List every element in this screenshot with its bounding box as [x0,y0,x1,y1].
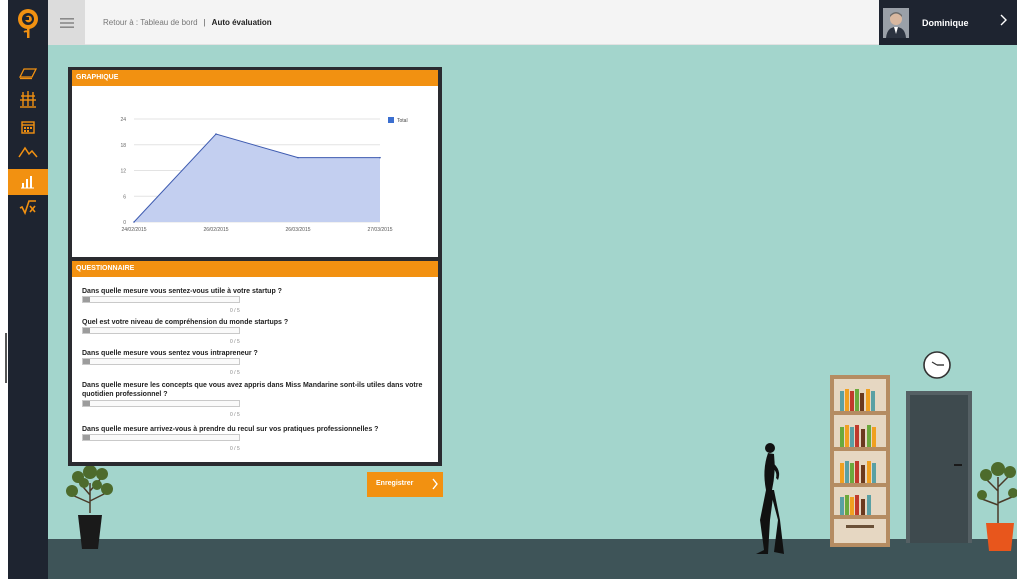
x-tick-label: 26/03/2015 [285,227,310,233]
y-tick-label: 0 [123,220,126,226]
data-point [133,221,135,223]
bookshelf-illustration [830,375,890,547]
save-button[interactable]: Enregistrer [367,472,443,497]
hamburger-icon [59,17,74,28]
chevron-right-icon [432,478,438,490]
question-score: 0 / 5 [230,339,240,345]
y-tick-label: 6 [123,194,126,200]
top-header: Retour à : Tableau de bord | Auto évalua… [48,0,1017,45]
slider-thumb[interactable] [83,297,90,302]
chevron-right-icon [1000,14,1007,26]
y-tick-label: 12 [120,169,126,175]
sidebar-item-auto-evaluation[interactable] [8,169,48,195]
questionnaire-section: Dans quelle mesure vous sentez-vous util… [72,277,438,462]
question-slider[interactable] [82,434,240,441]
question-slider[interactable] [82,296,240,303]
data-point [215,133,217,135]
app-logo[interactable] [8,0,48,45]
question-slider[interactable] [82,358,240,365]
sidebar-item-progression[interactable] [8,139,48,165]
question-score: 0 / 5 [230,446,240,452]
question-label: Dans quelle mesure arrivez-vous à prendr… [82,426,379,433]
question-label: Quel est votre niveau de compréhension d… [82,319,289,326]
user-photo [883,7,909,38]
x-tick-label: 26/02/2015 [203,227,228,233]
x-tick-label: 24/02/2015 [121,227,146,233]
sidebar [8,0,48,579]
menu-button[interactable] [48,0,85,45]
graph-section-title: GRAPHIQUE [72,70,438,86]
area-chart: 0 6 12 18 24 24/02/2015 26/02/2015 26/03/2015 27… [120,117,408,233]
breadcrumb-back-link[interactable]: Retour à : Tableau de bord [103,18,198,27]
data-point [297,156,299,159]
mountain-trend-icon [18,146,38,158]
window-edge [0,0,8,579]
series-area [134,134,380,222]
self-evaluation-panel: GRAPHIQUE 0 6 12 18 24 24/02/2015 26/02/2015 26… [68,67,442,466]
sidebar-item-parcours[interactable] [8,86,48,112]
columns-icon [20,91,36,108]
question-slider[interactable] [82,400,240,407]
calendar-icon [21,121,35,134]
y-tick-label: 18 [120,143,126,149]
question-score: 0 / 5 [230,308,240,314]
plant-illustration-left [66,465,113,549]
person-illustration [756,443,784,554]
bar-chart-icon [21,176,34,189]
edge-notch [5,333,7,383]
square-root-icon [19,200,36,215]
question-item: Quel est votre niveau de compréhension d… [82,318,438,345]
y-tick-label: 24 [120,117,126,123]
question-item: Dans quelle mesure vous sentez-vous util… [82,287,438,314]
logo-icon [18,8,38,38]
graph-section: 0 6 12 18 24 24/02/2015 26/02/2015 26/03/2015 27… [72,86,438,257]
app-root: Retour à : Tableau de bord | Auto évalua… [0,0,1017,579]
legend-swatch [388,117,394,123]
save-button-label: Enregistrer [376,480,414,487]
user-menu[interactable]: Dominique [879,0,1017,45]
question-label: Dans quelle mesure vous sentez-vous util… [82,288,282,295]
question-score: 0 / 5 [230,370,240,376]
question-item: Dans quelle mesure les concepts que vous… [82,381,438,418]
slider-thumb[interactable] [83,435,90,440]
question-item: Dans quelle mesure vous sentez vous intr… [82,349,438,376]
book-icon [18,68,38,80]
breadcrumb-separator: | [203,18,206,27]
data-point [379,156,381,159]
legend-label: Total [397,118,408,124]
sidebar-item-cours[interactable] [8,60,48,86]
sidebar-item-calendrier[interactable] [8,114,48,140]
question-label: Dans quelle mesure vous sentez vous intr… [82,350,258,357]
sidebar-item-formules[interactable] [8,194,48,220]
breadcrumb: Retour à : Tableau de bord | Auto évalua… [103,0,272,45]
questionnaire-section-title: QUESTIONNAIRE [72,261,438,277]
question-label: Dans quelle mesure les concepts que vous… [82,382,423,398]
x-tick-label: 27/03/2015 [367,227,392,233]
avatar [883,7,909,38]
slider-thumb[interactable] [83,359,90,364]
slider-thumb[interactable] [83,401,90,406]
plant-illustration-right [977,462,1017,551]
clock-illustration [923,351,951,379]
question-item: Dans quelle mesure arrivez-vous à prendr… [82,425,438,452]
slider-thumb[interactable] [83,328,90,333]
door-illustration [906,391,972,543]
question-slider[interactable] [82,327,240,334]
question-score: 0 / 5 [230,412,240,418]
user-name: Dominique [922,17,969,28]
breadcrumb-current: Auto évaluation [211,18,272,27]
